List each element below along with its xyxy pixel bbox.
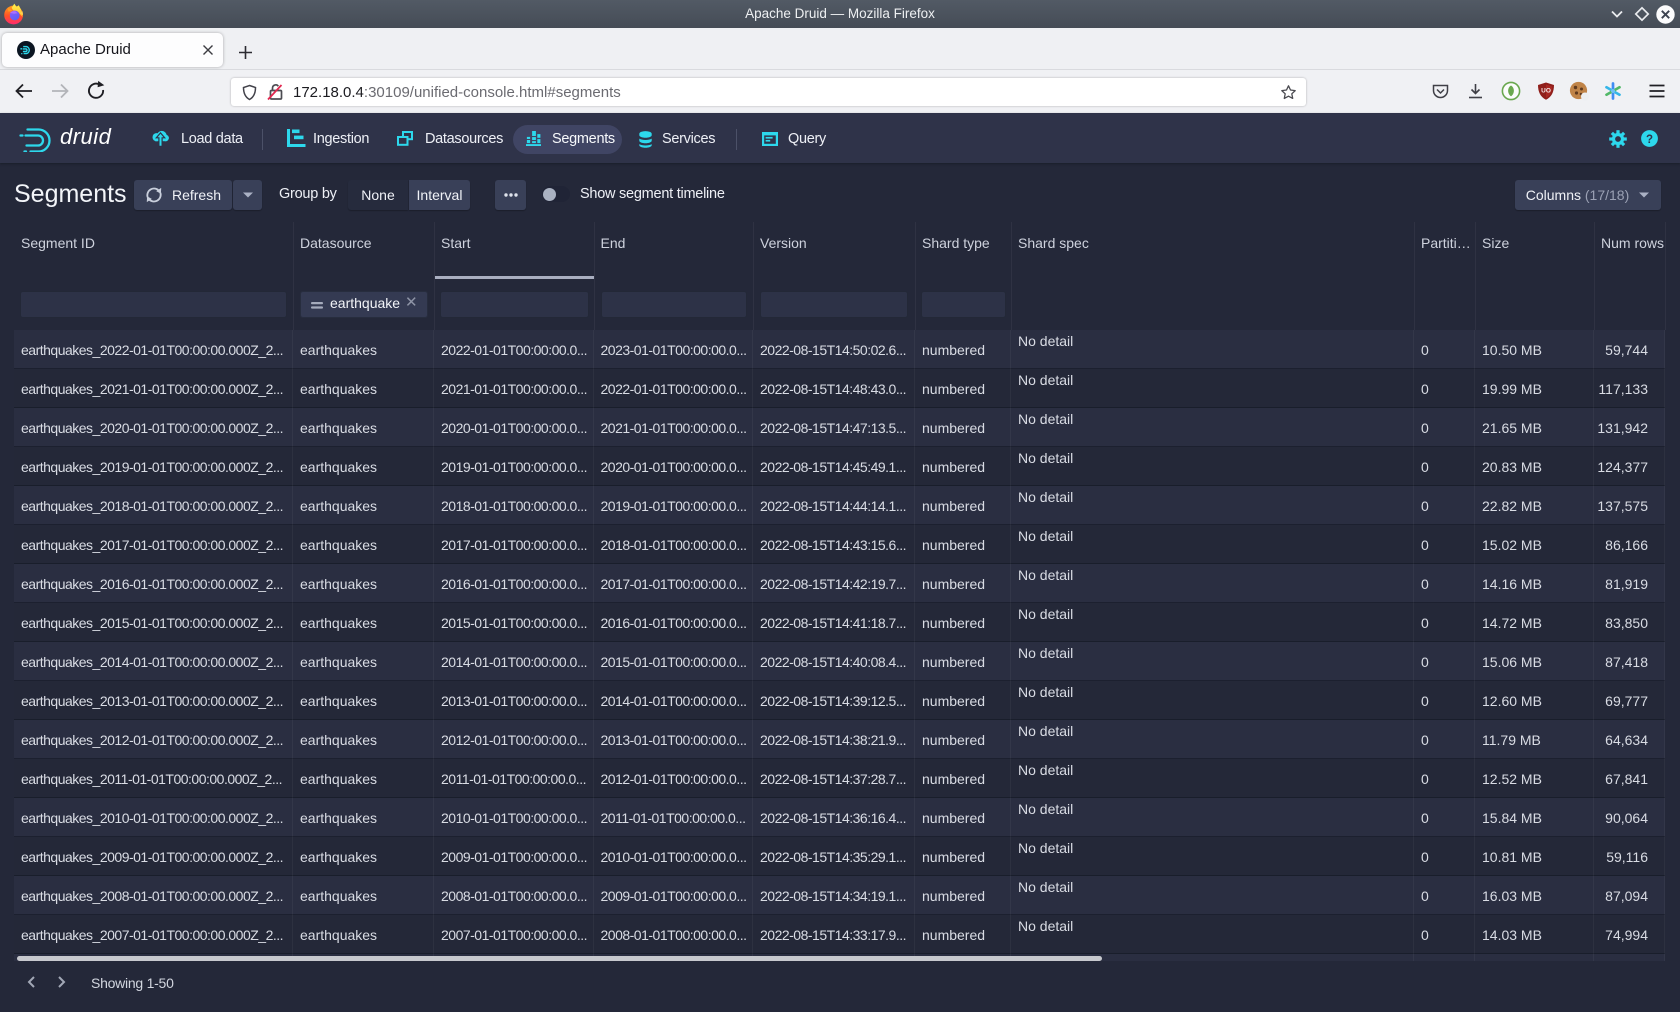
svg-text:?: ? bbox=[1646, 134, 1653, 146]
svg-text:UO: UO bbox=[1541, 88, 1551, 95]
